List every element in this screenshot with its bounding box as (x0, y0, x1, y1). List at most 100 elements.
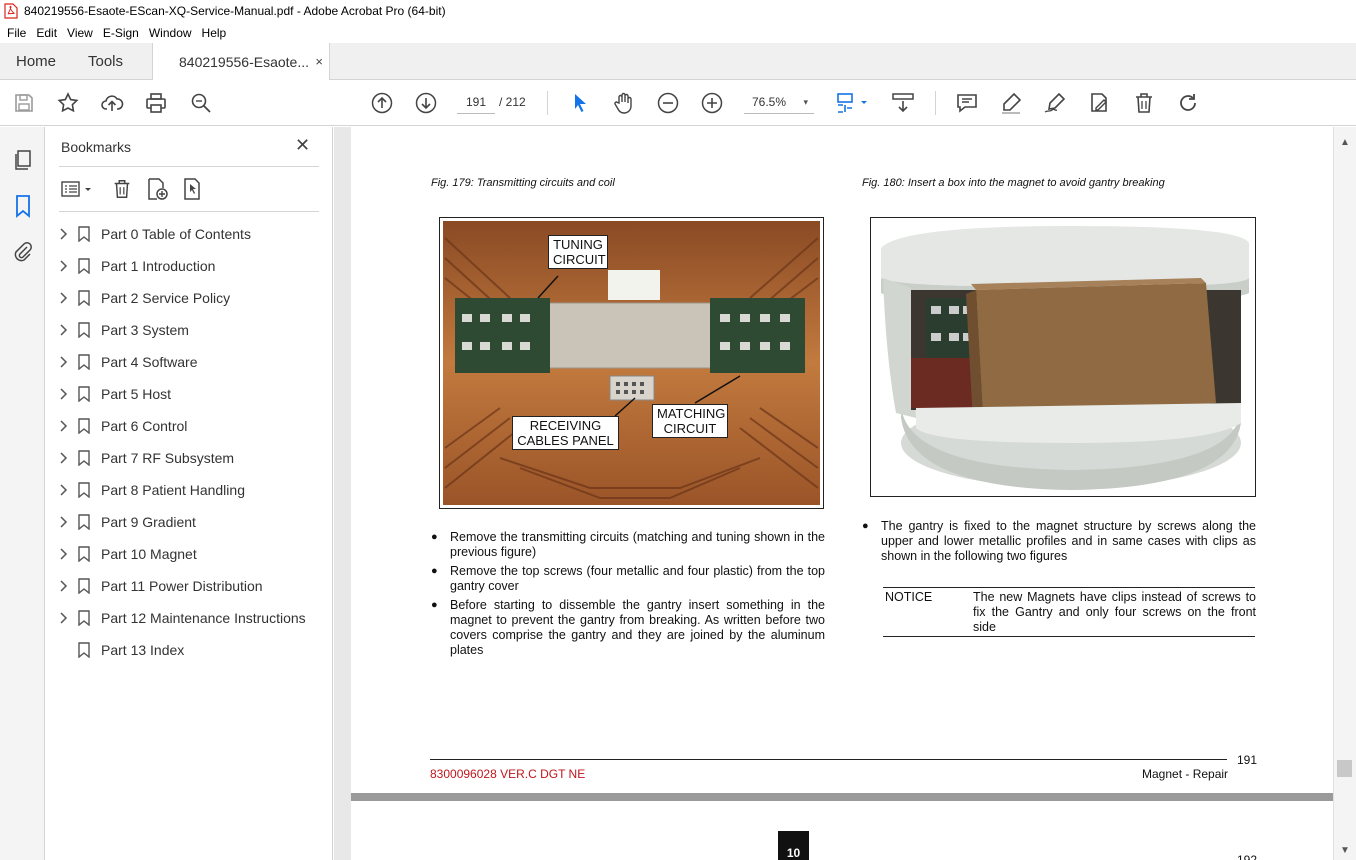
highlight-pen-icon[interactable] (999, 91, 1023, 115)
bookmark-item[interactable]: Part 3 System (45, 314, 333, 346)
bookmark-item[interactable]: Part 1 Introduction (45, 250, 333, 282)
bookmark-flag-icon (78, 386, 90, 403)
options-menu-icon[interactable] (61, 179, 95, 201)
bookmark-label: Part 8 Patient Handling (101, 482, 245, 498)
chevron-right-icon[interactable] (58, 292, 68, 304)
chevron-right-icon[interactable] (58, 388, 68, 400)
scroll-up-icon[interactable]: ▲ (1340, 137, 1350, 148)
bookmark-item[interactable]: Part 6 Control (45, 410, 333, 442)
chevron-right-icon[interactable] (58, 260, 68, 272)
page-display-icon[interactable] (836, 91, 870, 115)
footer-section-title: Magnet - Repair (1142, 767, 1229, 781)
zoom-in-icon[interactable] (700, 91, 724, 115)
select-cursor-icon[interactable] (568, 91, 592, 115)
bookmark-star-icon[interactable] (56, 91, 80, 115)
chevron-right-icon[interactable] (58, 452, 68, 464)
bookmark-label: Part 10 Magnet (101, 546, 197, 562)
bookmark-flag-icon (78, 418, 90, 435)
bookmark-item[interactable]: Part 13 Index (45, 634, 333, 666)
save-icon[interactable] (12, 91, 36, 115)
footer-document-code: 8300096028 VER.C DGT NE (430, 767, 586, 781)
chevron-right-icon[interactable] (58, 580, 68, 592)
chevron-right-icon[interactable] (58, 228, 68, 240)
bookmark-item[interactable]: Part 11 Power Distribution (45, 570, 333, 602)
bookmarks-title: Bookmarks (61, 139, 132, 155)
tab-close-icon[interactable]: × (315, 54, 323, 69)
bookmark-flag-icon (78, 514, 90, 531)
tab-home[interactable]: Home (16, 43, 56, 80)
bookmark-from-selection-icon[interactable] (181, 177, 205, 201)
menu-view[interactable]: View (62, 26, 98, 40)
close-icon[interactable]: ✕ (295, 135, 310, 156)
menu-edit[interactable]: Edit (31, 26, 62, 40)
notice-label: NOTICE (885, 590, 933, 604)
print-icon[interactable] (144, 91, 168, 115)
chevron-right-icon[interactable] (58, 548, 68, 560)
bookmark-label: Part 5 Host (101, 386, 172, 402)
toolbar-separator (547, 91, 548, 115)
upload-cloud-icon[interactable] (100, 91, 124, 115)
menu-esign[interactable]: E-Sign (98, 26, 144, 40)
bookmark-label: Part 9 Gradient (101, 514, 196, 530)
bookmark-label: Part 0 Table of Contents (101, 226, 251, 242)
bookmark-item[interactable]: Part 2 Service Policy (45, 282, 333, 314)
tab-tools[interactable]: Tools (88, 43, 123, 80)
bookmark-item[interactable]: Part 4 Software (45, 346, 333, 378)
chevron-down-icon: ▾ (803, 97, 808, 107)
divider (59, 166, 319, 167)
bookmark-item[interactable]: Part 8 Patient Handling (45, 474, 333, 506)
comment-icon[interactable] (955, 91, 979, 115)
next-page-icon[interactable] (414, 91, 438, 115)
receiving-cables-panel-label: RECEIVING CABLES PANEL (512, 416, 619, 450)
menu-file[interactable]: File (2, 26, 31, 40)
chevron-right-icon[interactable] (58, 324, 68, 336)
delete-trash-icon[interactable] (1132, 91, 1156, 115)
bookmark-flag-icon (78, 578, 90, 595)
bookmark-label: Part 12 Maintenance Instructions (101, 610, 306, 626)
attachments-paperclip-icon[interactable] (11, 240, 35, 264)
chevron-right-icon[interactable] (58, 356, 68, 368)
hand-tool-icon[interactable] (612, 91, 636, 115)
scroll-down-icon[interactable]: ▼ (1340, 845, 1350, 856)
page-separator (351, 793, 1334, 801)
menu-window[interactable]: Window (144, 26, 197, 40)
bookmark-item[interactable]: Part 7 RF Subsystem (45, 442, 333, 474)
zoom-level-select[interactable]: 76.5% ▾ (744, 90, 814, 114)
stamp-edit-icon[interactable] (1087, 91, 1111, 115)
toolbar-separator (935, 91, 936, 115)
tab-document[interactable]: 840219556-Esaote... × (152, 43, 330, 81)
new-bookmark-icon[interactable] (145, 177, 169, 201)
bookmark-item[interactable]: Part 0 Table of Contents (45, 218, 333, 250)
bookmark-item[interactable]: Part 10 Magnet (45, 538, 333, 570)
scroll-mode-icon[interactable] (891, 91, 915, 115)
bookmarks-panel: Bookmarks ✕ Part 0 Table of Contents Part… (45, 127, 333, 860)
zoom-out-icon[interactable] (656, 91, 680, 115)
bookmark-label: Part 1 Introduction (101, 258, 216, 274)
rotate-icon[interactable] (1176, 91, 1200, 115)
chevron-right-icon[interactable] (58, 516, 68, 528)
page-number-input[interactable]: 191 (457, 90, 495, 114)
menu-help[interactable]: Help (197, 26, 232, 40)
title-bar: 840219556-Esaote-EScan-XQ-Service-Manual… (0, 0, 1356, 22)
sign-pen-icon[interactable] (1043, 91, 1067, 115)
chevron-right-icon[interactable] (58, 612, 68, 624)
delete-bookmark-icon[interactable] (111, 177, 133, 201)
bookmark-item[interactable]: Part 12 Maintenance Instructions (45, 602, 333, 634)
next-page-number: 192 (1237, 853, 1258, 860)
bookmark-item[interactable]: Part 5 Host (45, 378, 333, 410)
chevron-right-icon[interactable] (58, 484, 68, 496)
bookmark-flag-icon (78, 258, 90, 275)
chevron-right-icon[interactable] (58, 420, 68, 432)
footer-page-number: 191 (1237, 753, 1258, 767)
vertical-scrollbar[interactable]: ▲ ▼ (1333, 127, 1356, 860)
bookmarks-panel-icon[interactable] (11, 194, 35, 218)
instruction-item: Remove the top screws (four metallic and… (431, 564, 825, 594)
previous-page-icon[interactable] (370, 91, 394, 115)
page-thumbnails-icon[interactable] (11, 148, 35, 172)
matching-circuit-label: MATCHING CIRCUIT (652, 404, 728, 438)
search-zoom-icon[interactable] (189, 91, 213, 115)
page-total: / 212 (499, 95, 526, 109)
scroll-thumb[interactable] (1337, 760, 1352, 777)
bookmark-list: Part 0 Table of Contents Part 1 Introduct… (45, 218, 333, 666)
bookmark-item[interactable]: Part 9 Gradient (45, 506, 333, 538)
